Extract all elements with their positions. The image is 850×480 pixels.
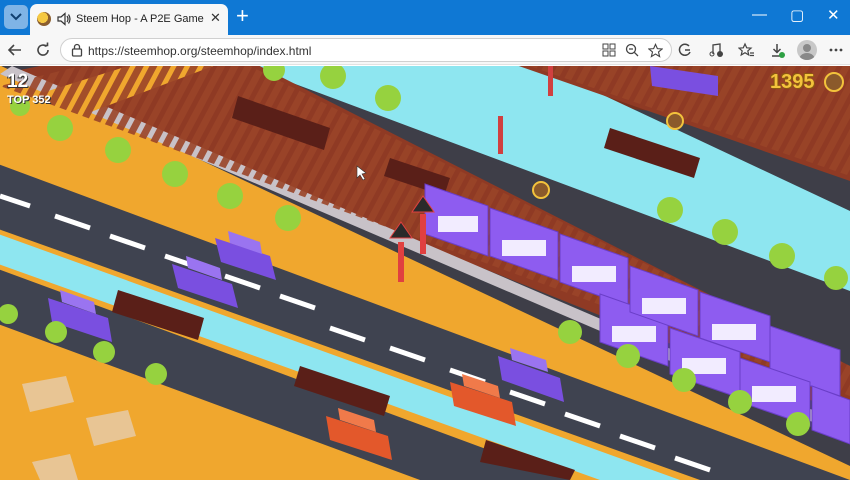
refresh-icon xyxy=(37,42,49,56)
profile-icon xyxy=(799,44,815,60)
zoom-icon xyxy=(625,43,639,57)
url-text[interactable]: https://steemhop.org/steemhop/index.html xyxy=(88,44,311,58)
tab-close-button[interactable]: ✕ xyxy=(210,10,221,26)
back-button[interactable] xyxy=(5,40,25,60)
address-bar[interactable]: https://steemhop.org/steemhop/index.html xyxy=(60,38,672,62)
new-tab-button[interactable]: + xyxy=(236,5,249,27)
refresh-button[interactable] xyxy=(33,40,53,60)
add-favorite-button[interactable] xyxy=(645,40,665,60)
apps-icon xyxy=(602,43,616,57)
profile-button[interactable] xyxy=(797,40,817,60)
browser-essentials-icon xyxy=(678,43,691,56)
coin-counter: 1395 xyxy=(770,71,815,93)
downloads-icon xyxy=(772,44,785,58)
media-control-button[interactable] xyxy=(706,40,726,60)
speaker-icon[interactable] xyxy=(56,11,72,27)
favorites-button[interactable] xyxy=(736,40,756,60)
tab-title: Steem Hop - A P2E Game Pov xyxy=(76,13,204,25)
steemhop-favicon xyxy=(37,12,51,26)
lock-icon[interactable] xyxy=(70,43,84,57)
tab-bar: Steem Hop - A P2E Game Pov ✕ + — ▢ ✕ xyxy=(0,0,850,35)
favorites-icon xyxy=(738,42,754,57)
favorite-star-icon xyxy=(647,42,663,58)
browser-tab[interactable]: Steem Hop - A P2E Game Pov ✕ xyxy=(30,4,228,35)
tab-actions-menu-button[interactable] xyxy=(4,5,28,29)
game-scene[interactable] xyxy=(0,66,850,480)
media-control-icon xyxy=(709,43,723,57)
downloads-button[interactable] xyxy=(767,40,787,60)
minimize-button[interactable]: — xyxy=(752,6,767,23)
apps-button[interactable] xyxy=(599,40,619,60)
more-menu-button[interactable] xyxy=(826,40,846,60)
score-counter: 12 xyxy=(7,71,29,92)
maximize-button[interactable]: ▢ xyxy=(790,6,804,24)
game-canvas[interactable]: 12 TOP 352 1395 xyxy=(0,66,850,480)
chevron-down-icon xyxy=(10,13,22,21)
coin-icon xyxy=(824,72,844,92)
top-score: TOP 352 xyxy=(7,94,51,106)
back-arrow-icon xyxy=(7,44,21,56)
more-icon xyxy=(829,48,843,52)
browser-essentials-button[interactable] xyxy=(675,40,695,60)
close-window-button[interactable]: ✕ xyxy=(827,6,840,24)
zoom-button[interactable] xyxy=(622,40,642,60)
browser-toolbar: https://steemhop.org/steemhop/index.html xyxy=(0,35,850,65)
